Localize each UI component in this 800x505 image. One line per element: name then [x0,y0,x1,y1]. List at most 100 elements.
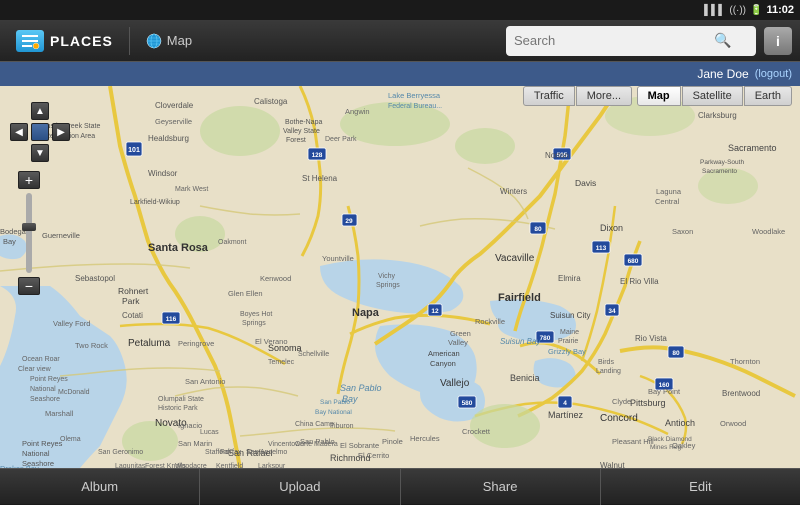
svg-text:Central: Central [655,197,680,206]
svg-text:Marshall: Marshall [45,409,74,418]
svg-text:American: American [428,349,460,358]
places-label: PLACES [50,33,113,49]
svg-text:Lagunitas: Lagunitas [115,463,146,468]
svg-text:34: 34 [608,308,616,315]
map-tabs: Map Satellite Earth [637,86,792,106]
search-input[interactable] [514,33,714,48]
svg-text:El Verano: El Verano [255,337,288,346]
zoom-thumb[interactable] [22,223,36,231]
battery-icon: 🔋 [750,5,762,16]
svg-text:Springs: Springs [376,282,400,289]
more-tab[interactable]: More... [576,86,632,106]
svg-text:Bay: Bay [342,394,358,404]
svg-text:Olema: Olema [60,436,81,443]
satellite-tab[interactable]: Satellite [682,86,743,106]
svg-text:Davis: Davis [575,178,596,188]
svg-text:El Sobrante: El Sobrante [340,441,379,450]
svg-text:Woodlake: Woodlake [752,227,785,236]
zoom-out-button[interactable]: − [18,277,40,295]
svg-text:China Camp: China Camp [295,421,334,428]
share-button[interactable]: Share [401,469,601,505]
clock: 11:02 [766,4,794,16]
svg-text:Birds: Birds [598,359,614,366]
svg-text:National: National [30,386,56,393]
svg-text:Elmira: Elmira [558,274,581,283]
svg-text:Bay Point: Bay Point [648,387,681,396]
map-area[interactable]: 101 80 505 29 12 128 116 680 780 [0,86,800,468]
nav-center [31,123,49,141]
edit-button[interactable]: Edit [601,469,800,505]
svg-text:Lucas: Lucas [200,429,219,436]
svg-text:Landing: Landing [596,368,621,375]
divider [129,27,130,55]
nav-right-button[interactable]: ▶ [52,123,70,141]
album-button[interactable]: Album [0,469,200,505]
zoom-controls: + − [18,171,40,295]
svg-text:Sacramento: Sacramento [702,168,737,175]
signal-icon: ▌▌▌ [704,5,725,16]
svg-text:Vallejo: Vallejo [440,378,470,389]
svg-text:Seashore: Seashore [30,396,60,403]
globe-icon [146,33,162,49]
svg-text:San Anselmo: San Anselmo [246,449,287,456]
svg-text:National: National [22,449,50,458]
svg-text:Yountville: Yountville [322,254,354,263]
zoom-in-button[interactable]: + [18,171,40,189]
extra-tabs: Traffic More... [523,86,632,106]
nav-up-button[interactable]: ▲ [31,102,49,120]
svg-text:Tiburon: Tiburon [330,423,354,430]
map-tab[interactable]: Map [637,86,681,106]
svg-text:Prairie: Prairie [558,338,578,345]
svg-text:Deer Park: Deer Park [325,136,357,143]
map-nav-button[interactable]: Map [138,29,200,53]
svg-text:Hercules: Hercules [410,434,440,443]
svg-text:Norton: Norton [545,151,569,160]
svg-text:Brentwood: Brentwood [722,389,760,398]
svg-text:Maine: Maine [560,329,579,336]
logout-link[interactable]: (logout) [755,68,792,80]
earth-tab[interactable]: Earth [744,86,792,106]
bottom-bar: Album Upload Share Edit [0,468,800,504]
svg-text:Drakes Bay: Drakes Bay [0,464,39,468]
svg-text:Healdsburg: Healdsburg [148,134,189,143]
svg-text:Thornton: Thornton [730,357,760,366]
svg-text:Fairfield: Fairfield [498,292,541,304]
svg-text:Mark West: Mark West [175,186,208,193]
svg-text:680: 680 [628,258,639,265]
svg-text:Walnut: Walnut [600,461,625,468]
svg-text:Rio Vista: Rio Vista [635,334,667,343]
svg-text:Parkway-South: Parkway-South [700,159,744,166]
svg-text:Cotati: Cotati [122,311,143,320]
svg-text:San Antonio: San Antonio [185,377,225,386]
svg-text:Valley Ford: Valley Ford [53,319,90,328]
places-button[interactable]: PLACES [8,26,121,56]
status-bar: ▌▌▌ ((·)) 🔋 11:02 [0,0,800,20]
svg-text:101: 101 [128,147,140,154]
svg-text:Ignacio: Ignacio [178,421,202,430]
svg-text:Corte Madera: Corte Madera [295,441,338,448]
info-button[interactable]: i [764,27,792,55]
svg-text:Suisun City: Suisun City [550,311,590,320]
svg-text:Springs: Springs [242,320,266,327]
svg-text:Windsor: Windsor [148,169,178,178]
svg-text:Vacaville: Vacaville [495,253,535,264]
svg-text:Lake Berryessa: Lake Berryessa [388,91,441,100]
svg-text:Clyde: Clyde [612,397,631,406]
svg-text:San Geronimo: San Geronimo [98,449,143,456]
svg-text:128: 128 [312,152,323,159]
svg-text:Historic Park: Historic Park [158,405,198,412]
svg-text:Calistoga: Calistoga [254,97,288,106]
nav-down-button[interactable]: ▼ [31,144,49,162]
svg-text:Valley State: Valley State [283,128,320,135]
svg-text:Olumpali State: Olumpali State [158,396,204,403]
nav-left-button[interactable]: ◀ [10,123,28,141]
traffic-tab[interactable]: Traffic [523,86,575,106]
svg-text:116: 116 [166,316,177,323]
upload-button[interactable]: Upload [200,469,400,505]
svg-text:Boyes Hot: Boyes Hot [240,311,272,318]
svg-text:San Pablo: San Pablo [340,383,382,393]
map-nav-label: Map [167,33,192,48]
svg-text:Larkfield-Wikiup: Larkfield-Wikiup [130,199,180,206]
svg-text:Ocean Roar: Ocean Roar [22,356,60,363]
svg-text:Sebastopol: Sebastopol [75,274,115,283]
